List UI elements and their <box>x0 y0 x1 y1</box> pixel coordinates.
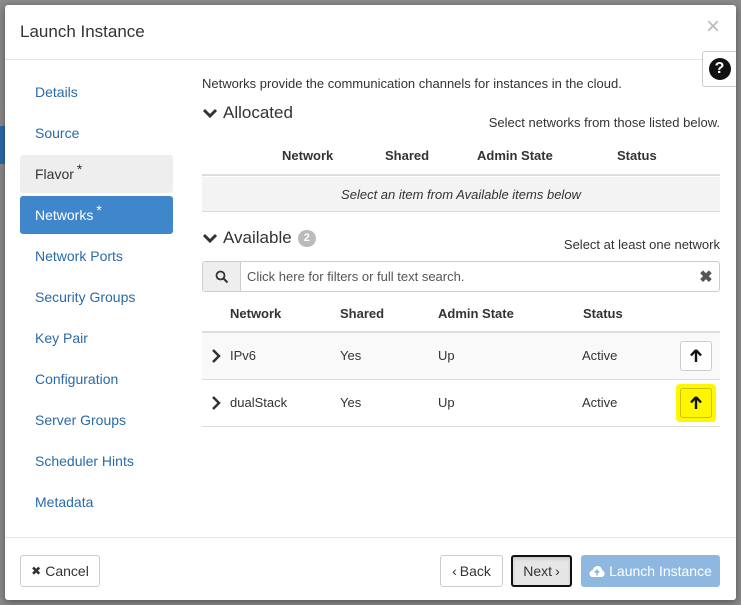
sidebar-item-network-ports[interactable]: Network Ports <box>20 237 173 275</box>
search-input[interactable] <box>241 262 693 291</box>
sidebar-item-label: Key Pair <box>35 330 88 346</box>
sidebar-item-scheduler-hints[interactable]: Scheduler Hints <box>20 442 173 480</box>
back-label: Back <box>459 563 491 579</box>
table-row: dualStack Yes Up Active <box>202 380 720 427</box>
available-hint: Select at least one network <box>563 237 720 252</box>
cell-admin-state: Up <box>438 395 455 410</box>
column-header-shared: Shared <box>340 306 385 321</box>
question-icon: ? <box>708 58 731 80</box>
available-section-toggle[interactable]: Available 2 <box>202 228 316 248</box>
sidebar-item-label: Metadata <box>35 494 94 510</box>
chevron-right-icon[interactable] <box>210 348 222 364</box>
sidebar-item-label: Scheduler Hints <box>35 453 134 469</box>
back-button[interactable]: ‹ Back <box>440 555 503 587</box>
sidebar-item-key-pair[interactable]: Key Pair <box>20 319 173 357</box>
search-bar: ✖ <box>202 261 720 292</box>
arrow-up-icon <box>690 396 702 409</box>
wizard-sidebar: Details Source Flavor * Networks * Network… <box>20 73 173 524</box>
clear-icon[interactable]: ✖ <box>693 262 719 291</box>
sidebar-item-label: Networks <box>35 207 94 223</box>
next-label: Next <box>523 563 553 579</box>
chevron-down-icon <box>202 108 218 119</box>
table-row: IPv6 Yes Up Active <box>202 333 720 380</box>
column-header-network: Network <box>230 306 282 321</box>
intro-text: Networks provide the communication chann… <box>202 76 622 91</box>
column-header-shared: Shared <box>385 148 430 163</box>
sidebar-item-security-groups[interactable]: Security Groups <box>20 278 173 316</box>
chevron-down-icon <box>202 233 218 244</box>
available-title: Available <box>223 228 292 247</box>
column-header-admin-state: Admin State <box>438 306 514 321</box>
cell-network: IPv6 <box>230 348 257 363</box>
divider <box>202 211 720 212</box>
launch-label: Launch Instance <box>609 563 712 579</box>
chevron-right-icon: › <box>555 563 560 579</box>
close-icon: ✖ <box>31 564 42 578</box>
close-icon[interactable]: × <box>706 15 720 39</box>
sidebar-item-label: Source <box>35 125 80 141</box>
chevron-left-icon: ‹ <box>452 563 457 579</box>
available-count-badge: 2 <box>297 229 316 247</box>
sidebar-item-label: Security Groups <box>35 289 136 305</box>
column-header-network: Network <box>282 148 334 163</box>
sidebar-item-flavor[interactable]: Flavor * <box>20 155 173 193</box>
sidebar-item-networks[interactable]: Networks * <box>20 196 173 234</box>
sidebar-item-label: Flavor <box>35 166 74 182</box>
cell-shared: Yes <box>340 348 362 363</box>
cell-network: dualStack <box>230 395 288 410</box>
allocated-hint: Select networks from those listed below. <box>488 115 720 130</box>
cell-shared: Yes <box>340 395 362 410</box>
column-header-status: Status <box>617 148 657 163</box>
allocated-title: Allocated <box>223 103 293 122</box>
sidebar-item-label: Configuration <box>35 371 119 387</box>
cell-admin-state: Up <box>438 348 455 363</box>
modal-footer: ✖ Cancel ‹ Back Next › Launch Instance <box>5 537 736 600</box>
column-header-admin-state: Admin State <box>477 148 553 163</box>
launch-instance-modal: Launch Instance × ? Details Source Flavo… <box>5 5 736 600</box>
required-marker: * <box>76 161 83 177</box>
search-icon <box>203 262 241 291</box>
cloud-upload-icon <box>589 565 605 577</box>
sidebar-item-server-groups[interactable]: Server Groups <box>20 401 173 439</box>
cell-status: Active <box>582 348 618 363</box>
allocated-section-toggle[interactable]: Allocated <box>202 103 293 123</box>
modal-title: Launch Instance <box>20 22 145 41</box>
sidebar-item-label: Network Ports <box>35 248 123 264</box>
sidebar-item-configuration[interactable]: Configuration <box>20 360 173 398</box>
launch-instance-button[interactable]: Launch Instance <box>581 555 720 587</box>
column-header-status: Status <box>583 306 623 321</box>
sidebar-item-label: Details <box>35 84 78 100</box>
help-button[interactable]: ? <box>702 51 736 87</box>
allocate-button[interactable] <box>680 388 712 418</box>
modal-header: Launch Instance × <box>5 5 736 60</box>
sidebar-item-source[interactable]: Source <box>20 114 173 152</box>
cancel-button[interactable]: ✖ Cancel <box>20 555 100 587</box>
sidebar-item-details[interactable]: Details <box>20 73 173 111</box>
sidebar-item-label: Server Groups <box>35 412 127 428</box>
divider <box>202 174 720 176</box>
allocated-empty-row: Select an item from Available items belo… <box>202 177 720 211</box>
chevron-right-icon[interactable] <box>210 395 222 411</box>
cell-status: Active <box>582 395 618 410</box>
cancel-label: Cancel <box>45 563 89 579</box>
sidebar-item-metadata[interactable]: Metadata <box>20 483 173 521</box>
allocate-button[interactable] <box>680 341 712 371</box>
arrow-up-icon <box>690 349 702 362</box>
next-button[interactable]: Next › <box>511 555 572 587</box>
required-marker: * <box>96 202 102 218</box>
